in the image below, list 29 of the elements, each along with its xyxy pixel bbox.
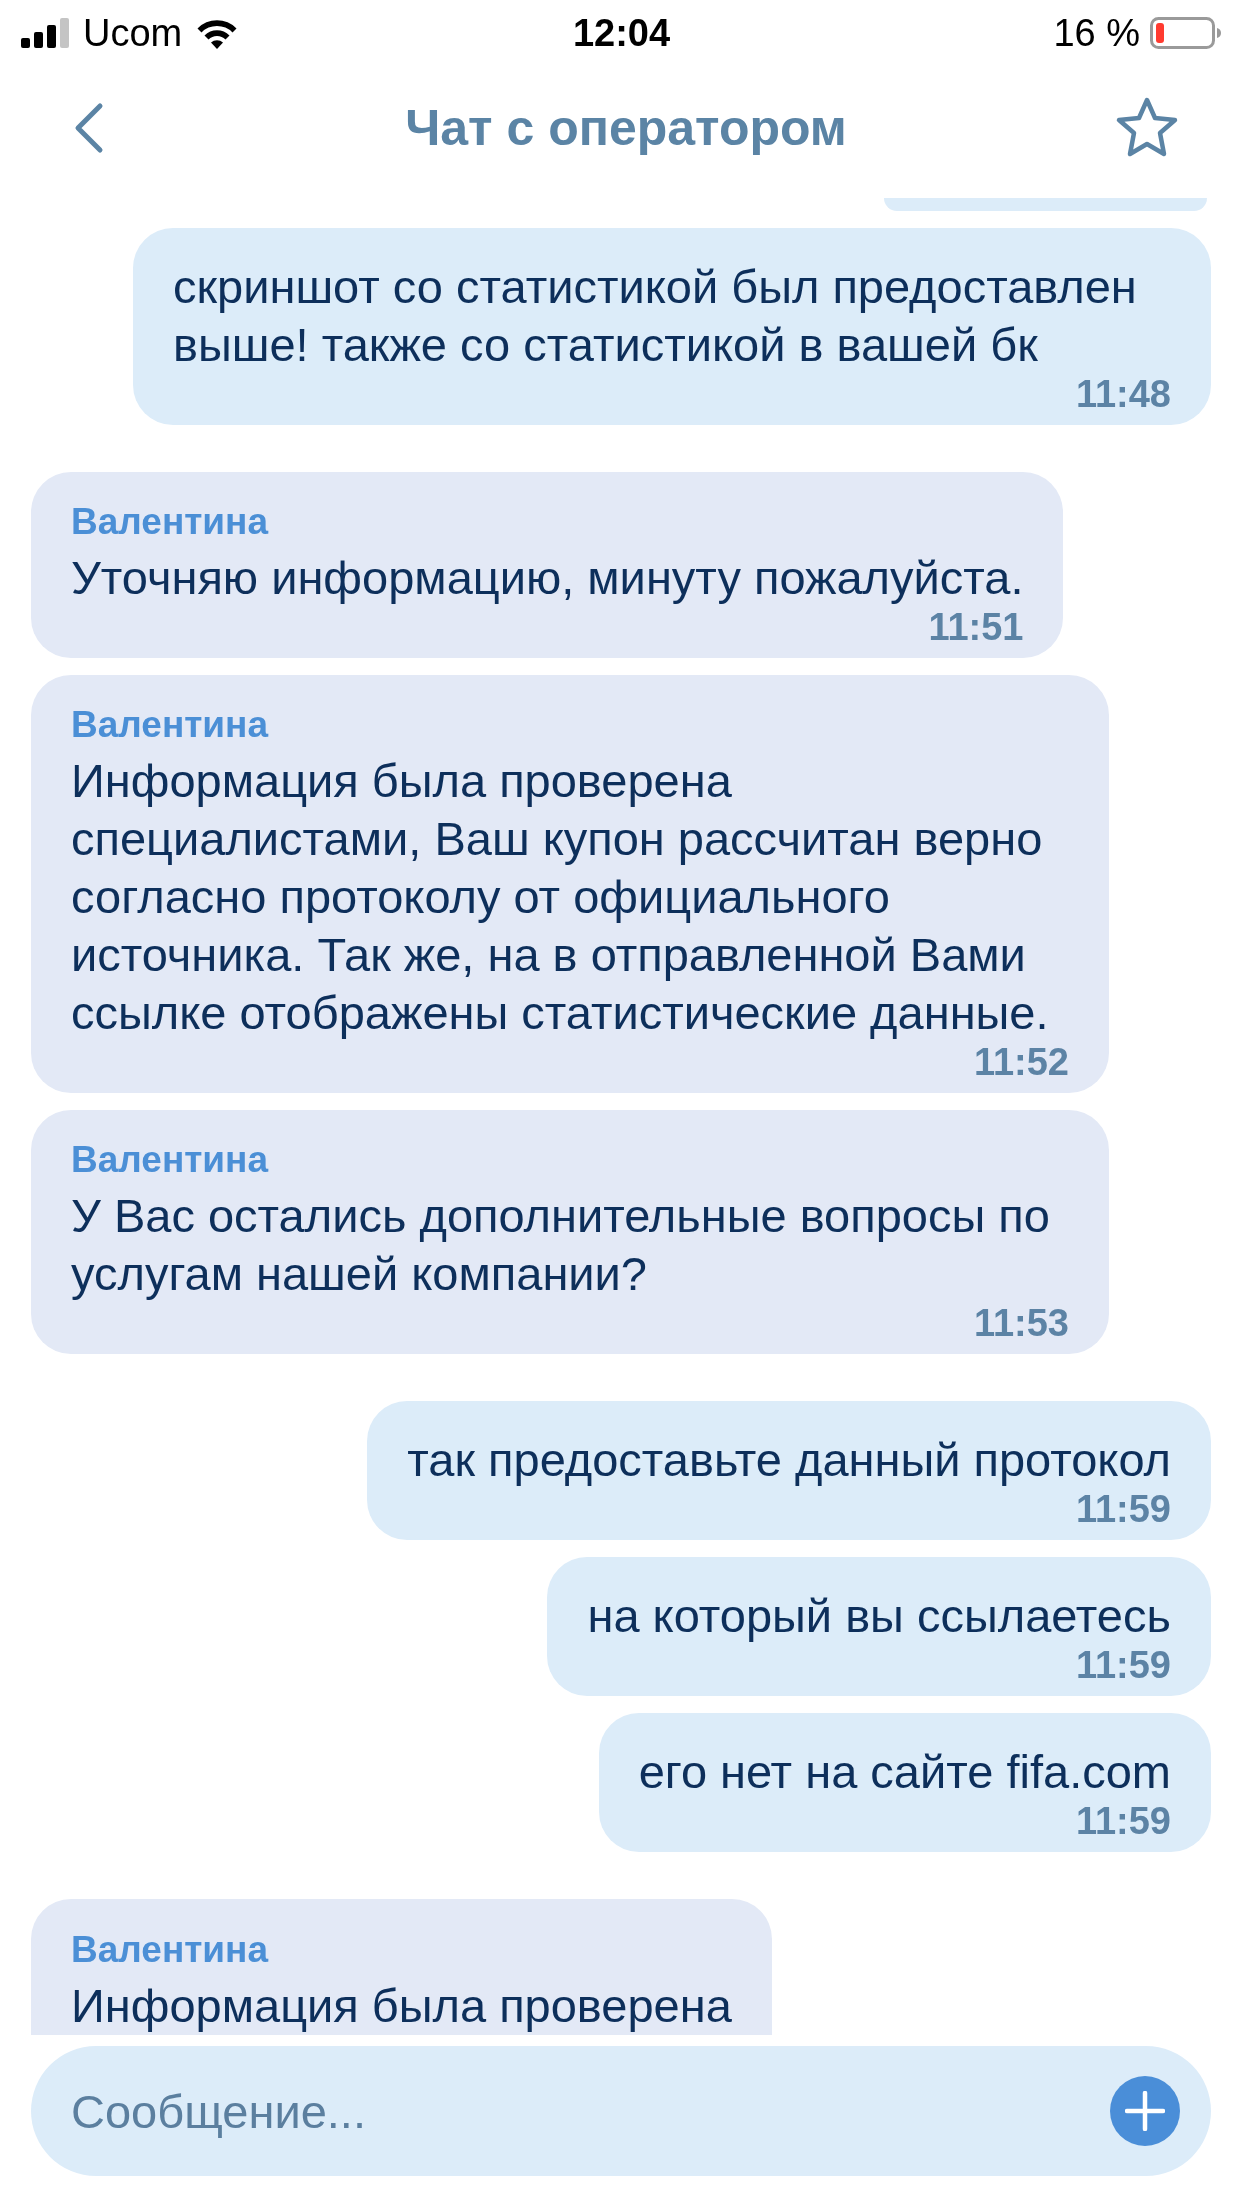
message-text: У Вас остались дополнительные вопросы по услугам нашей компании?	[71, 1188, 1051, 1302]
message-time: 11:59	[1075, 1801, 1171, 1841]
sender-name: Валентина	[71, 502, 270, 542]
message-time: 11:51	[928, 607, 1024, 647]
message-input[interactable]: Сообщение...	[71, 2076, 1090, 2146]
status-time: 12:04	[572, 11, 671, 55]
message-text: Информация была проверена	[71, 1978, 732, 2034]
wifi-icon	[196, 17, 239, 49]
message-time: 11:48	[1075, 374, 1171, 414]
message-text: скриншот со статистикой был предоставлен выше! также со статистикой в вашей бк	[173, 259, 1138, 373]
message-time: 11:59	[1075, 1489, 1171, 1529]
message-text: Информация была проверена специалистами, Ваш купон рассчитан верно согласно протоколу от официального источника. Так же, на в отправленной Вами ссылке отображены статистические данные.	[71, 753, 1050, 1041]
message-time: 11:59	[1075, 1645, 1171, 1685]
carrier-name: Ucom	[83, 11, 183, 55]
message-time: 11:53	[973, 1303, 1069, 1343]
signal-icon	[21, 18, 69, 48]
message-text: Уточняю информацию, минуту пожалуйста.	[71, 550, 1024, 606]
message-time: 11:52	[973, 1042, 1069, 1082]
sender-name: Валентина	[71, 705, 270, 745]
chat-title: Чат с оператором	[405, 99, 847, 157]
battery-percent: 16 %	[1053, 11, 1140, 55]
message-text: так предоставьте данный протокол	[407, 1432, 1171, 1488]
message-field[interactable]: Сообщение...	[31, 2046, 1211, 2176]
message-text: на который вы ссылаетесь	[587, 1588, 1171, 1644]
message-text: его нет на сайте fifa.com	[638, 1744, 1171, 1800]
battery-icon	[1150, 17, 1222, 49]
sender-name: Валентина	[71, 1140, 270, 1180]
sender-name: Валентина	[71, 1930, 270, 1970]
plus-icon	[1125, 2091, 1165, 2131]
